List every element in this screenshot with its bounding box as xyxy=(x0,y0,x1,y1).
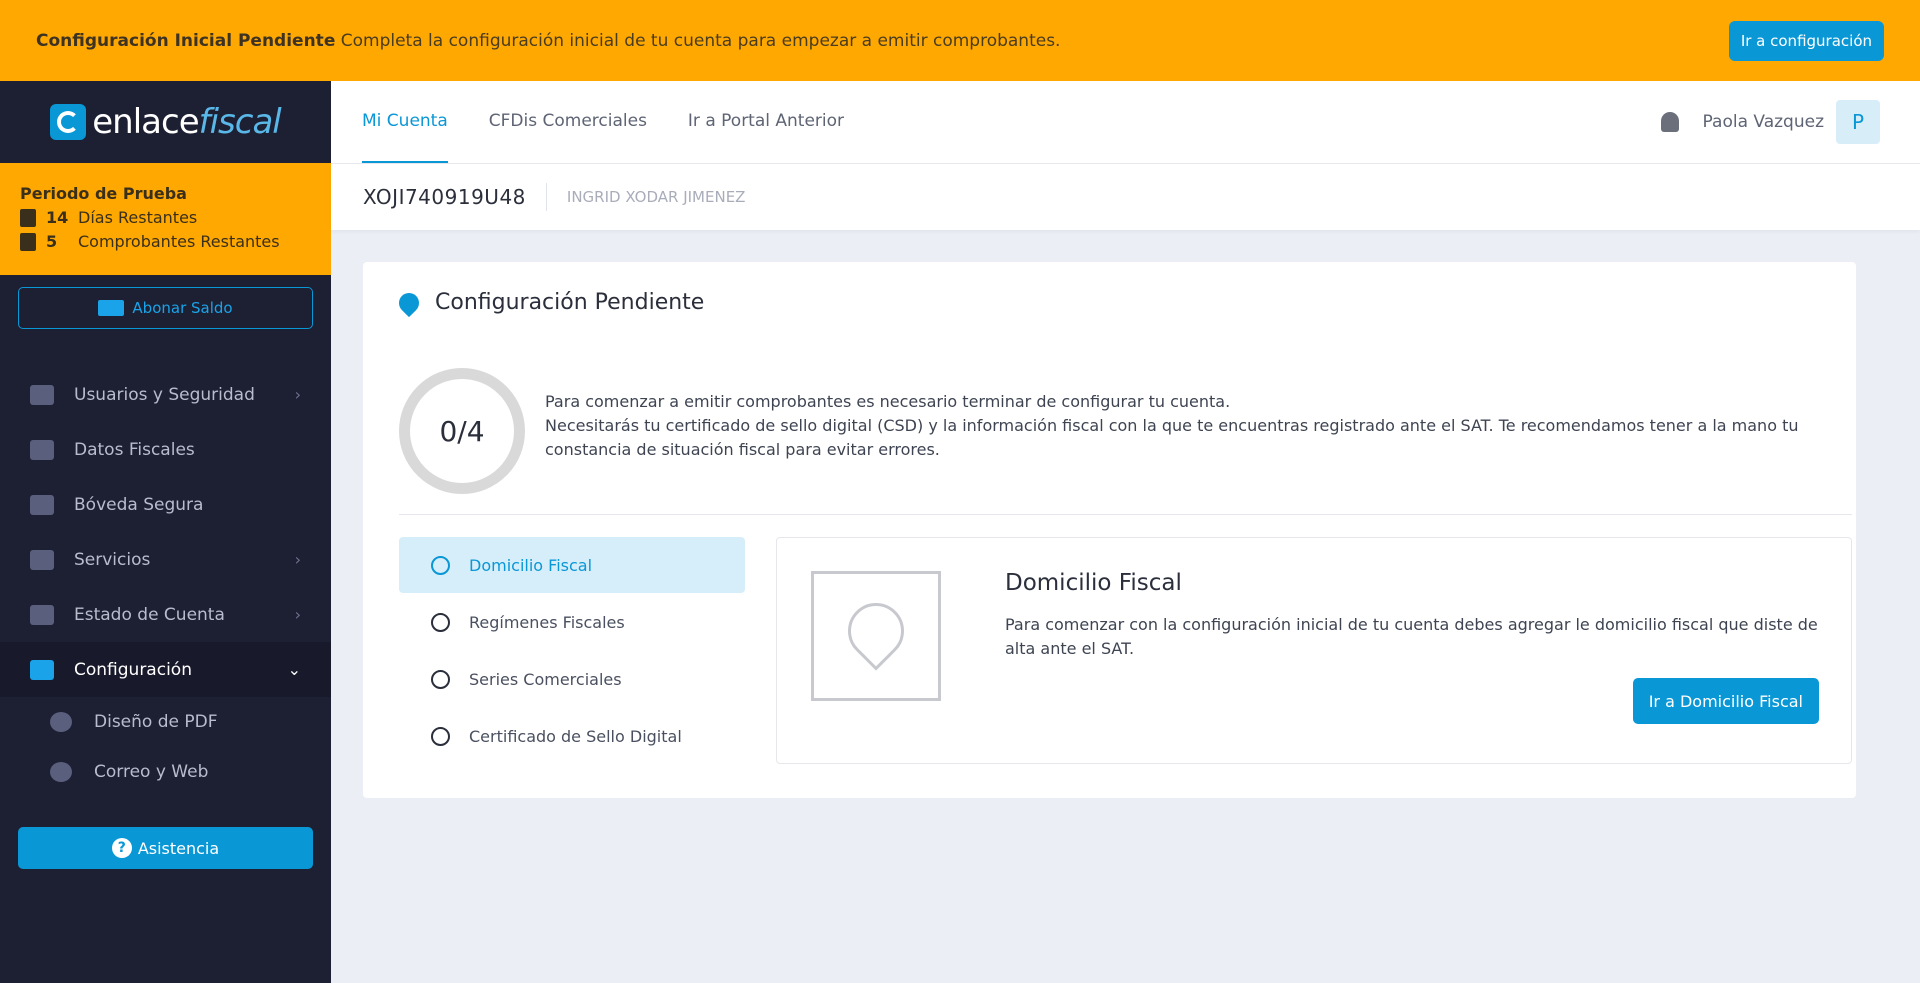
go-to-domicilio-button[interactable]: Ir a Domicilio Fiscal xyxy=(1632,678,1819,724)
logo-text: enlacefiscal xyxy=(92,102,281,142)
sidebar-subitem-correo-web[interactable]: Correo y Web xyxy=(0,747,331,797)
rfc-value: XOJI740919U48 xyxy=(363,185,526,209)
trial-title: Periodo de Prueba xyxy=(20,184,187,203)
rocket-icon xyxy=(394,288,424,317)
sidebar-nav: Usuarios y Seguridad › Datos Fiscales Bó… xyxy=(0,367,331,797)
tab-cfdis-comerciales[interactable]: CFDis Comerciales xyxy=(489,81,647,163)
progress-circle: 0/4 xyxy=(399,368,525,494)
gears-icon xyxy=(30,659,54,680)
card-header: Configuración Pendiente xyxy=(394,288,705,317)
asistencia-button[interactable]: ? Asistencia xyxy=(18,827,313,869)
user-area: Paola Vazquez P xyxy=(1660,81,1880,163)
logo[interactable]: enlacefiscal xyxy=(0,81,331,163)
trial-panel: Periodo de Prueba 14 Días Restantes 5 Co… xyxy=(0,163,331,275)
radio-icon xyxy=(431,555,450,575)
chevron-right-icon: › xyxy=(294,550,301,569)
abonar-saldo-button[interactable]: Abonar Saldo xyxy=(18,287,313,329)
step-detail-panel: Domicilio Fiscal Para comenzar con la co… xyxy=(776,537,1852,764)
sidebar-item-configuracion[interactable]: Configuración ⌄ xyxy=(0,642,331,697)
envelope-icon xyxy=(50,762,72,782)
intro-text: Para comenzar a emitir comprobantes es n… xyxy=(545,392,1799,459)
sidebar-subitem-diseno-pdf[interactable]: Diseño de PDF xyxy=(0,697,331,747)
tab-portal-anterior[interactable]: Ir a Portal Anterior xyxy=(688,81,844,163)
step-domicilio-fiscal[interactable]: Domicilio Fiscal xyxy=(399,537,745,593)
banner-message: Completa la configuración inicial de tu … xyxy=(340,30,1061,51)
banner-title: Configuración Inicial Pendiente xyxy=(36,30,336,51)
detail-text: Para comenzar con la configuración inici… xyxy=(1005,615,1818,658)
avatar[interactable]: P xyxy=(1836,100,1880,144)
logo-icon xyxy=(50,104,87,140)
sidebar-item-datos-fiscales[interactable]: Datos Fiscales xyxy=(0,422,331,477)
bank-icon xyxy=(30,439,54,460)
razon-social: INGRID XODAR JIMENEZ xyxy=(566,188,746,206)
step-certificado-sello[interactable]: Certificado de Sello Digital xyxy=(399,708,745,764)
sidebar-item-boveda[interactable]: Bóveda Segura xyxy=(0,477,331,532)
sidebar: enlacefiscal Periodo de Prueba 14 Días R… xyxy=(0,81,331,983)
document-icon xyxy=(20,233,36,251)
card-title: Configuración Pendiente xyxy=(435,290,705,315)
sidebar-item-usuarios[interactable]: Usuarios y Seguridad › xyxy=(0,367,331,422)
step-regimenes-fiscales[interactable]: Regímenes Fiscales xyxy=(399,594,745,650)
rfc-divider xyxy=(545,183,547,211)
user-shield-icon xyxy=(30,494,54,515)
question-icon: ? xyxy=(111,838,132,858)
detail-title: Domicilio Fiscal xyxy=(1005,570,1182,596)
radio-icon xyxy=(431,669,450,689)
users-icon xyxy=(30,384,54,405)
steps-list: Domicilio Fiscal Regímenes Fiscales Seri… xyxy=(399,537,745,765)
top-nav: Mi Cuenta CFDis Comerciales Ir a Portal … xyxy=(331,81,1920,164)
rfc-bar: XOJI740919U48 INGRID XODAR JIMENEZ xyxy=(331,164,1920,230)
sidebar-item-servicios[interactable]: Servicios › xyxy=(0,532,331,587)
chevron-right-icon: › xyxy=(294,385,301,404)
pending-config-card: Configuración Pendiente 0/4 Para comenza… xyxy=(363,262,1856,798)
money-icon xyxy=(98,300,125,316)
radio-icon xyxy=(431,726,450,746)
trial-days: 14 Días Restantes xyxy=(20,206,311,230)
bell-icon[interactable] xyxy=(1660,112,1679,132)
divider xyxy=(399,514,1852,515)
calendar-icon xyxy=(20,209,36,227)
sidebar-item-estado-cuenta[interactable]: Estado de Cuenta › xyxy=(0,587,331,642)
chevron-down-icon: ⌄ xyxy=(287,660,301,679)
tab-mi-cuenta[interactable]: Mi Cuenta xyxy=(362,81,448,163)
step-series-comerciales[interactable]: Series Comerciales xyxy=(399,651,745,707)
map-pin-icon xyxy=(811,571,941,701)
invoice-icon xyxy=(30,604,54,625)
palette-icon xyxy=(50,712,72,732)
user-name[interactable]: Paola Vazquez xyxy=(1703,112,1824,132)
chevron-right-icon: › xyxy=(294,605,301,624)
radio-icon xyxy=(431,612,450,632)
go-to-config-button[interactable]: Ir a configuración xyxy=(1728,20,1884,61)
puzzle-icon xyxy=(30,549,54,570)
setup-banner: Configuración Inicial Pendiente Completa… xyxy=(0,0,1920,81)
banner-text: Configuración Inicial Pendiente Completa… xyxy=(36,31,1729,51)
trial-comprobantes: 5 Comprobantes Restantes xyxy=(20,230,311,254)
